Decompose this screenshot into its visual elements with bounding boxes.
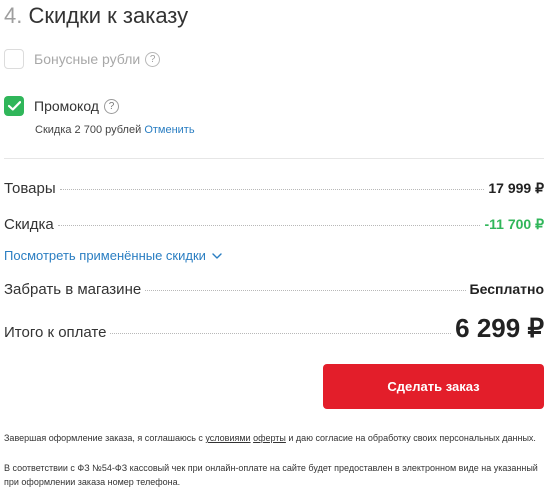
pickup-label: Забрать в магазине — [4, 281, 142, 298]
section-title: 4. Скидки к заказу — [4, 2, 188, 30]
checkmark-icon — [8, 101, 21, 111]
dotted-leader — [59, 189, 485, 190]
discount-value: -11 700 ₽ — [484, 216, 544, 232]
bonus-help-icon[interactable]: ? — [145, 51, 161, 67]
total-value: 6 299 ₽ — [455, 313, 544, 343]
pickup-value: Бесплатно — [469, 281, 544, 297]
summary-total-row: Итого к оплате 6 299 ₽ — [4, 313, 544, 344]
promo-cancel-link[interactable]: Отменить — [144, 124, 194, 136]
bonus-rubles-option[interactable]: Бонусные рубли ? — [4, 49, 161, 69]
legal-consent-prefix: Завершая оформление заказа, я соглашаюсь… — [4, 433, 206, 443]
terms-link[interactable]: условиями — [205, 433, 250, 443]
chevron-down-icon — [212, 253, 222, 259]
total-label: Итого к оплате — [4, 324, 107, 341]
view-discounts-link[interactable]: Посмотреть применённые скидки — [4, 248, 222, 264]
bonus-rubles-checkbox[interactable] — [4, 49, 24, 69]
promo-code-checkbox[interactable] — [4, 96, 24, 116]
promo-help-icon[interactable]: ? — [103, 98, 119, 114]
goods-label: Товары — [4, 180, 56, 197]
promo-code-label: Промокод — [34, 98, 99, 114]
divider — [4, 158, 544, 159]
promo-code-option[interactable]: Промокод ? — [4, 96, 119, 116]
view-discounts-label: Посмотреть применённые скидки — [4, 248, 206, 263]
dotted-leader — [110, 333, 452, 334]
section-number: 4. — [4, 3, 23, 28]
dotted-leader — [57, 225, 481, 226]
legal-consent-text: Завершая оформление заказа, я соглашаюсь… — [4, 431, 542, 445]
offer-link[interactable]: оферты — [253, 433, 286, 443]
summary-discount-row: Скидка -11 700 ₽ — [4, 216, 544, 233]
dotted-leader — [145, 290, 466, 291]
place-order-button[interactable]: Сделать заказ — [323, 364, 544, 409]
promo-discount-text: Скидка 2 700 рублей — [35, 124, 142, 136]
legal-consent-suffix: и даю согласие на обработку своих персон… — [285, 433, 536, 443]
legal-receipt-text: В соответствии с ФЗ №54-ФЗ кассовый чек … — [4, 463, 538, 487]
section-title-text: Скидки к заказу — [28, 3, 189, 28]
summary-goods-row: Товары 17 999 ₽ — [4, 180, 544, 197]
promo-discount-note: Скидка 2 700 рублей Отменить — [35, 123, 195, 137]
goods-value: 17 999 ₽ — [488, 180, 544, 196]
bonus-rubles-label: Бонусные рубли — [34, 51, 141, 67]
summary-pickup-row: Забрать в магазине Бесплатно — [4, 281, 544, 298]
discount-label: Скидка — [4, 216, 54, 233]
